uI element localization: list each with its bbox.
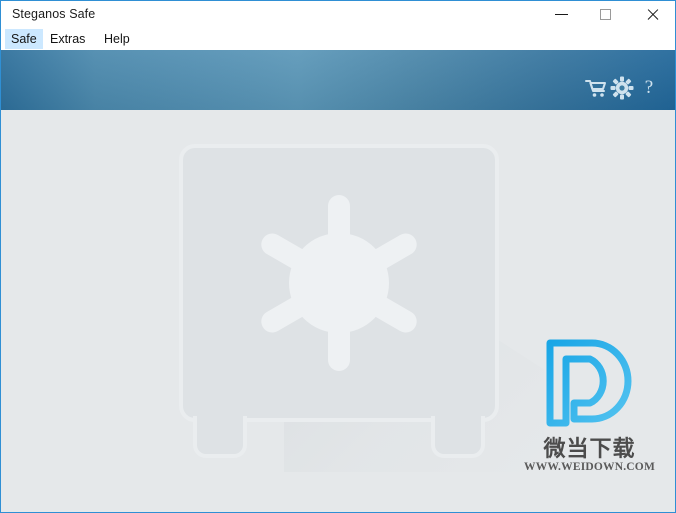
safe-illustration-dial-icon <box>253 192 425 374</box>
main-content-area: 微当下载 WWW.WEIDOWN.COM <box>1 110 675 512</box>
menu-bar: Safe Extras Help <box>1 28 675 50</box>
watermark-chinese-text: 微当下载 <box>543 437 636 462</box>
safe-illustration-foot-right <box>431 416 485 458</box>
menu-item-help[interactable]: Help <box>98 29 136 49</box>
title-bar: Steganos Safe <box>1 1 675 28</box>
safe-illustration-foot-left <box>193 416 247 458</box>
window-title: Steganos Safe <box>12 7 96 21</box>
close-icon <box>630 1 675 28</box>
weidown-d-logo-icon <box>540 335 640 427</box>
watermark-url-text: WWW.WEIDOWN.COM <box>524 461 655 473</box>
menu-item-extras[interactable]: Extras <box>44 29 91 49</box>
close-button[interactable] <box>630 1 675 28</box>
app-window: Steganos Safe Safe Extras Help ? 微当下载 WW… <box>0 0 676 513</box>
safe-illustration <box>179 144 544 474</box>
minimize-button[interactable] <box>539 1 584 28</box>
watermark: 微当下载 WWW.WEIDOWN.COM <box>512 335 667 490</box>
maximize-icon <box>600 9 611 20</box>
menu-item-safe[interactable]: Safe <box>5 29 43 49</box>
maximize-button[interactable] <box>584 1 629 28</box>
minimize-icon <box>555 14 568 15</box>
